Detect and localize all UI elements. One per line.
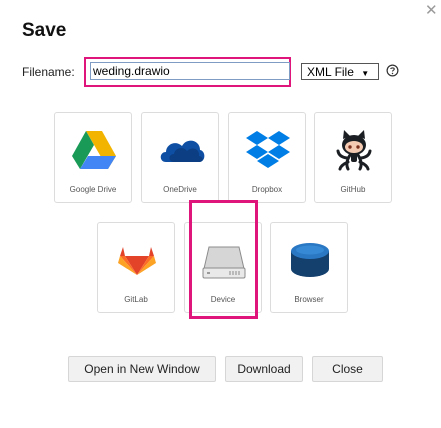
format-select-value: XML File: [307, 65, 354, 79]
github-icon: [336, 130, 372, 171]
device-selection-highlight: [189, 200, 258, 319]
tile-label: OneDrive: [163, 185, 197, 194]
tile-label: GitHub: [340, 185, 366, 194]
gitlab-icon: [118, 247, 156, 275]
service-onedrive[interactable]: OneDrive: [141, 112, 219, 203]
service-browser[interactable]: Browser: [270, 222, 348, 313]
service-google-drive[interactable]: Google Drive: [54, 112, 132, 203]
open-in-new-window-button[interactable]: Open in New Window: [68, 356, 216, 382]
close-button[interactable]: Close: [312, 356, 383, 382]
onedrive-icon: [160, 140, 205, 162]
filename-label: Filename:: [22, 65, 75, 79]
service-github[interactable]: GitHub: [314, 112, 392, 203]
google-drive-icon: [72, 131, 116, 169]
help-icon[interactable]: [386, 64, 399, 77]
download-button[interactable]: Download: [225, 356, 303, 382]
service-dropbox[interactable]: Dropbox: [228, 112, 306, 203]
dropbox-icon: [246, 131, 290, 168]
tile-label: Google Drive: [69, 185, 117, 194]
service-gitlab[interactable]: GitLab: [97, 222, 175, 313]
tile-label: Dropbox: [251, 185, 283, 194]
format-select[interactable]: XML File ▼: [301, 63, 379, 80]
browser-icon: [291, 243, 329, 277]
tile-label: GitLab: [124, 295, 148, 304]
filename-input[interactable]: [90, 62, 290, 80]
close-icon[interactable]: ✕: [425, 3, 438, 18]
dialog-title: Save: [22, 20, 67, 41]
tile-label: Browser: [294, 295, 324, 304]
chevron-down-icon: ▼: [361, 69, 370, 78]
